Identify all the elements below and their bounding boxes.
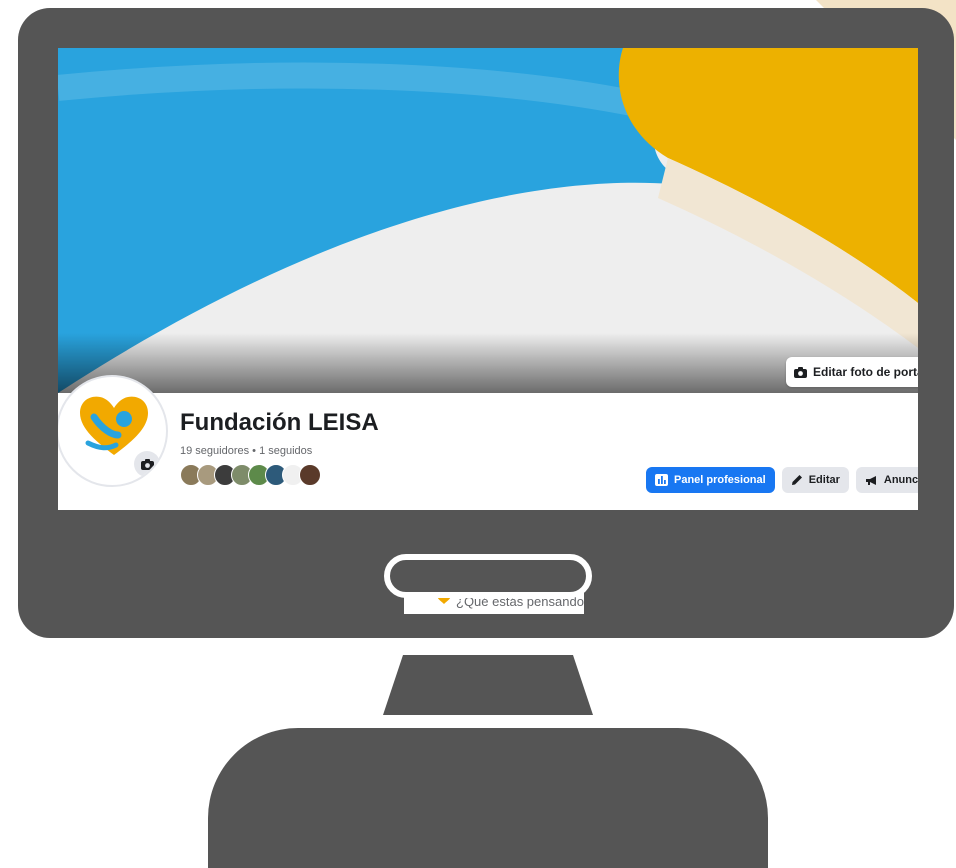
profile-header: Fundación LEISA 19 seguidores • 1 seguid…	[58, 375, 918, 510]
update-picture-button[interactable]	[134, 451, 160, 477]
follower-avatar[interactable]	[299, 464, 321, 486]
camera-icon	[794, 366, 807, 378]
professional-panel-button[interactable]: Panel profesional	[646, 467, 775, 493]
edit-label: Editar	[808, 474, 840, 486]
page-title: Fundación LEISA	[180, 409, 379, 436]
edit-cover-label: Editar foto de portada	[813, 365, 918, 379]
monitor-neck	[383, 655, 593, 715]
cover-photo: Editar foto de portada	[58, 48, 918, 393]
page-stats[interactable]: 19 seguidores • 1 seguidos	[180, 445, 312, 457]
follower-avatars[interactable]	[180, 464, 321, 486]
page-actions: Panel profesional Editar Anunciar	[646, 467, 918, 493]
monitor-base	[208, 728, 768, 868]
edit-cover-photo-button[interactable]: Editar foto de portada	[786, 357, 918, 387]
advertise-button[interactable]: Anunciar	[855, 467, 918, 493]
edit-button[interactable]: Editar	[781, 467, 849, 493]
profile-picture[interactable]	[58, 375, 168, 487]
chart-icon	[655, 474, 668, 486]
monitor-logo-slot	[384, 554, 592, 598]
pencil-icon	[791, 475, 802, 485]
advertise-label: Anunciar	[883, 474, 918, 486]
facebook-page-screen: Editar foto de portada Fundación LEISA 1…	[58, 48, 918, 510]
camera-icon	[140, 458, 154, 470]
professional-panel-label: Panel profesional	[674, 474, 766, 486]
cover-artwork	[58, 48, 918, 393]
megaphone-icon	[865, 475, 876, 485]
